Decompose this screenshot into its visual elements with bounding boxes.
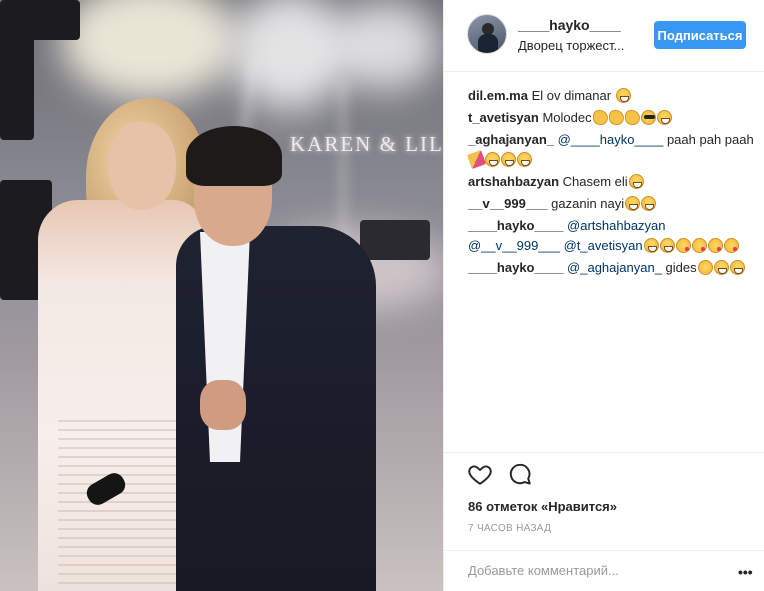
- likes-count[interactable]: 86 отметок «Нравится»: [468, 499, 617, 514]
- comment-username[interactable]: artshahbazyan: [468, 174, 559, 189]
- comment-text: gides: [661, 260, 697, 275]
- emoji-kiss-icon: [675, 238, 691, 253]
- comment-text: El ov dimanar: [527, 88, 615, 103]
- comment-username[interactable]: __v__999___: [468, 196, 548, 211]
- emoji-grin-icon: [713, 260, 729, 275]
- comment-item: __v__999___ gazanin nayi: [468, 194, 758, 214]
- man-hair: [186, 126, 282, 186]
- post-time[interactable]: 7 ЧАСОВ НАЗАД: [468, 523, 551, 534]
- more-options-icon[interactable]: •••: [738, 565, 753, 579]
- post-photo[interactable]: KAREN & LIL: [0, 0, 443, 591]
- comment-username[interactable]: ____hayko____: [468, 260, 563, 275]
- comment-mention[interactable]: @____hayko____: [554, 132, 664, 147]
- comment-mention[interactable]: @_aghajanyan_: [563, 260, 662, 275]
- comment-username[interactable]: _aghajanyan_: [468, 132, 554, 147]
- add-comment-input[interactable]: [468, 563, 708, 578]
- emoji-grin-icon: [641, 196, 657, 211]
- avatar[interactable]: [467, 14, 507, 54]
- emoji-grin-icon: [501, 152, 516, 167]
- emoji-grin-icon: [615, 88, 631, 103]
- comment-item: artshahbazyan Chasem eli: [468, 172, 758, 192]
- emoji-grin-icon: [485, 152, 500, 167]
- location[interactable]: Дворец торжест...: [518, 38, 624, 53]
- emoji-clap-icon: [592, 110, 608, 125]
- comment-text: Chasem eli: [559, 174, 628, 189]
- username[interactable]: ____hayko____: [518, 17, 621, 33]
- comment-username[interactable]: dil.em.ma: [468, 88, 528, 103]
- emoji-grin-icon: [643, 238, 659, 253]
- heart-icon[interactable]: [467, 461, 493, 487]
- post-header: ____hayko____ Дворец торжест... Подписат…: [444, 0, 764, 72]
- emoji-clap-icon: [608, 110, 624, 125]
- comment-mention[interactable]: @artshahbazyan: [563, 218, 665, 233]
- comment-username[interactable]: ____hayko____: [468, 218, 563, 233]
- woman-face: [108, 122, 176, 210]
- emoji-kiss-icon: [691, 238, 707, 253]
- emoji-grin-icon: [625, 196, 641, 211]
- comment-item: _aghajanyan_ @____hayko____ paah pah paa…: [466, 130, 758, 170]
- add-comment-bar: •••: [444, 550, 764, 591]
- emoji-clap-icon: [624, 110, 640, 125]
- comment-icon[interactable]: [507, 461, 533, 487]
- comment-username[interactable]: t_avetisyan: [468, 110, 539, 125]
- emoji-kiss-icon: [707, 238, 723, 253]
- emoji-grin-icon: [729, 260, 745, 275]
- comment-mention[interactable]: @__v__999___: [468, 238, 560, 253]
- emoji-grin-icon: [517, 152, 532, 167]
- comment-text: Molodec: [538, 110, 592, 125]
- comment-item: ____hayko____ @artshahbazyan @__v__999__…: [468, 216, 758, 256]
- comment-text: paah pah paah: [663, 132, 754, 147]
- comment-mention[interactable]: @t_avetisyan: [560, 238, 643, 253]
- emoji-smile-icon: [697, 260, 713, 275]
- follow-button[interactable]: Подписаться: [654, 21, 746, 49]
- comment-list: dil.em.ma El ov dimanar t_avetisyan Molo…: [466, 86, 758, 280]
- emoji-cool-icon: [640, 110, 656, 125]
- comment-item: ____hayko____ @_aghajanyan_ gides: [468, 258, 758, 278]
- comment-item: dil.em.ma El ov dimanar: [468, 86, 758, 106]
- post-sidebar: ____hayko____ Дворец торжест... Подписат…: [443, 0, 764, 591]
- emoji-party-icon: [466, 149, 487, 170]
- emoji-grin-icon: [659, 238, 675, 253]
- stage-sign: KAREN & LIL: [290, 132, 443, 156]
- emoji-grin-icon: [628, 174, 644, 189]
- action-bar: 86 отметок «Нравится» 7 ЧАСОВ НАЗАД •••: [444, 452, 764, 591]
- emoji-kiss-icon: [723, 238, 739, 253]
- comment-item: t_avetisyan Molodec: [468, 108, 758, 128]
- comment-text: gazanin nayi: [547, 196, 625, 211]
- emoji-grin-icon: [656, 110, 672, 125]
